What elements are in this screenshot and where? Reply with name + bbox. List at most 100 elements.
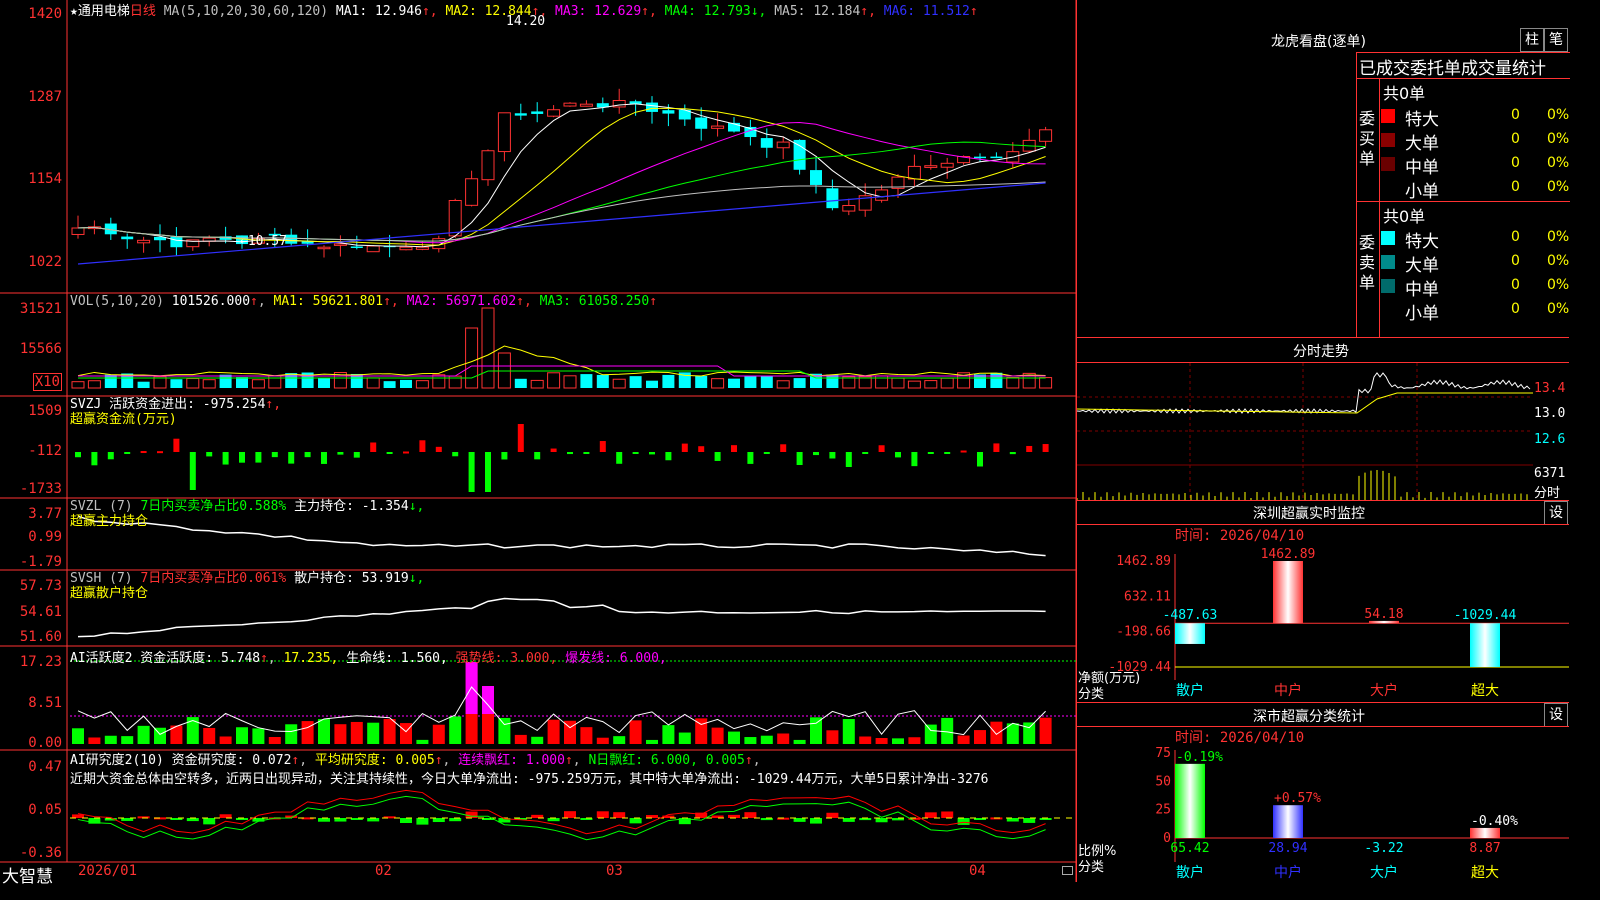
vol-unit-badge[interactable]: X10 bbox=[32, 373, 62, 391]
ma-value-6: MA6: 11.512 bbox=[883, 4, 970, 19]
activity-bar bbox=[121, 736, 134, 744]
volume-bar bbox=[612, 378, 626, 389]
flow-bar bbox=[501, 452, 508, 460]
volume-bar bbox=[580, 374, 593, 388]
ai-research-cont: 连续飘红: 1.000 bbox=[458, 753, 565, 768]
svzl-subtitle: 超赢主力持仓 bbox=[70, 514, 149, 529]
order-row: 小单 0 0% bbox=[1381, 299, 1570, 324]
flow-bar bbox=[796, 452, 803, 465]
research-bar bbox=[432, 818, 445, 823]
volume-bar bbox=[71, 381, 85, 389]
flow-bar bbox=[353, 452, 360, 458]
class-bar bbox=[1273, 805, 1303, 838]
y-tick: 1287 bbox=[28, 89, 62, 105]
svzl-y-axis: 3.77 0.99 -1.79 bbox=[0, 499, 64, 570]
order-pct: 0% bbox=[1547, 107, 1570, 123]
activity-bar bbox=[924, 724, 937, 744]
order-swatch bbox=[1381, 231, 1395, 245]
order-swatch bbox=[1381, 133, 1395, 147]
intraday-unit: 分时 bbox=[1534, 486, 1561, 501]
order-pct: 0% bbox=[1547, 179, 1570, 195]
activity-bar bbox=[711, 727, 724, 744]
research-bar bbox=[318, 818, 330, 822]
candle-body bbox=[399, 246, 413, 251]
flow-bar bbox=[878, 445, 885, 452]
order-swatch bbox=[1381, 109, 1395, 123]
flow-bar bbox=[255, 452, 262, 463]
candle-body bbox=[924, 165, 938, 168]
activity-bar bbox=[662, 725, 675, 744]
lock-icon[interactable] bbox=[1062, 866, 1073, 875]
favorite-star-icon[interactable]: ★ bbox=[70, 4, 78, 19]
vol-ma-values: MA1: 59621.801↑, MA2: 56971.602↑, MA3: 6… bbox=[274, 294, 658, 309]
research-bar bbox=[826, 812, 839, 818]
candle-body bbox=[940, 162, 954, 168]
ma-value-4: MA4: 12.793 bbox=[664, 4, 751, 19]
research-bar bbox=[613, 812, 626, 818]
volume-bar bbox=[219, 374, 232, 388]
candle-body bbox=[776, 141, 790, 149]
flow-bar bbox=[435, 446, 442, 452]
chart-canvas[interactable] bbox=[0, 0, 1076, 882]
ma-line bbox=[77, 103, 1046, 248]
ma-arrow: ↓, bbox=[750, 4, 775, 19]
activity-bar bbox=[400, 723, 412, 744]
flow-bar bbox=[616, 452, 623, 464]
bar-view-button[interactable]: 柱 bbox=[1520, 28, 1544, 52]
class-bar-change: -0.40% bbox=[1471, 814, 1518, 829]
intraday-chart[interactable] bbox=[1077, 363, 1533, 500]
flow-bar bbox=[747, 452, 754, 464]
vol-y-axis: 31521 15566 X10 bbox=[0, 294, 64, 394]
x-tick: 04 bbox=[969, 863, 986, 879]
order-swatch bbox=[1381, 303, 1395, 317]
order-row: 中单 0 0% bbox=[1381, 153, 1570, 178]
candle-body bbox=[907, 165, 921, 180]
class-settings-button[interactable]: 设 bbox=[1544, 703, 1568, 727]
order-name: 特大 bbox=[1405, 232, 1439, 252]
svzl-title: SVZL (7) bbox=[70, 499, 133, 514]
volume-bar bbox=[793, 378, 806, 388]
candle-body bbox=[317, 246, 331, 250]
volume-bar bbox=[826, 374, 839, 388]
flow-bar bbox=[468, 452, 475, 492]
svsh-title: SVSH (7) bbox=[70, 571, 133, 586]
activity-bar bbox=[432, 724, 445, 744]
x-tick: 2026/01 bbox=[78, 863, 138, 879]
y-tick: 1154 bbox=[28, 171, 62, 187]
intraday-vol: 6371 bbox=[1534, 466, 1566, 481]
order-count: 0 bbox=[1511, 301, 1520, 317]
x-axis: 大智慧 2026/01 02 03 04 bbox=[0, 862, 1076, 887]
ma-values: MA1: 12.946↑, MA2: 12.844↑, MA3: 12.629↑… bbox=[336, 4, 978, 19]
flow-bar bbox=[452, 452, 459, 457]
period-label[interactable]: 日线 bbox=[130, 4, 156, 19]
ma-value-5: MA5: 12.184 bbox=[774, 4, 861, 19]
monitor-bar-value: -1029.44 bbox=[1454, 608, 1517, 623]
candle-body bbox=[285, 234, 298, 244]
activity-bar bbox=[268, 737, 281, 744]
y-tick: 1022 bbox=[28, 254, 62, 270]
flow-bar bbox=[665, 452, 672, 461]
research-bar bbox=[564, 811, 576, 818]
activity-bar bbox=[350, 721, 363, 744]
flow-bar bbox=[206, 452, 213, 457]
flow-bar bbox=[370, 442, 377, 452]
class-bar-change: -0.19% bbox=[1176, 750, 1223, 765]
flow-bar bbox=[107, 452, 114, 460]
ma-line bbox=[77, 107, 1046, 246]
chart-area[interactable] bbox=[0, 0, 1076, 882]
order-name: 特大 bbox=[1405, 110, 1439, 130]
candle-body bbox=[711, 125, 725, 129]
flow-bar bbox=[189, 452, 196, 490]
monitor-chart[interactable]: 1462.89 632.11 -198.66 -1029.44 -487.63 散户 146… bbox=[1077, 540, 1569, 702]
class-chart[interactable]: 7550250-0.19%65.42散户+0.57%28.94中户-3.22大户… bbox=[1077, 742, 1569, 882]
order-count: 0 bbox=[1511, 277, 1520, 293]
flow-bar bbox=[239, 452, 245, 463]
research-bar bbox=[744, 812, 757, 818]
svsh-y-axis: 57.73 54.61 51.60 bbox=[0, 571, 64, 646]
order-row: 特大 0 0% bbox=[1381, 105, 1570, 130]
candle-body bbox=[514, 113, 527, 116]
activity-bar bbox=[514, 734, 527, 744]
trade-view-button[interactable]: 笔 bbox=[1544, 28, 1568, 52]
monitor-settings-button[interactable]: 设 bbox=[1544, 501, 1568, 525]
candle-body bbox=[579, 103, 593, 107]
